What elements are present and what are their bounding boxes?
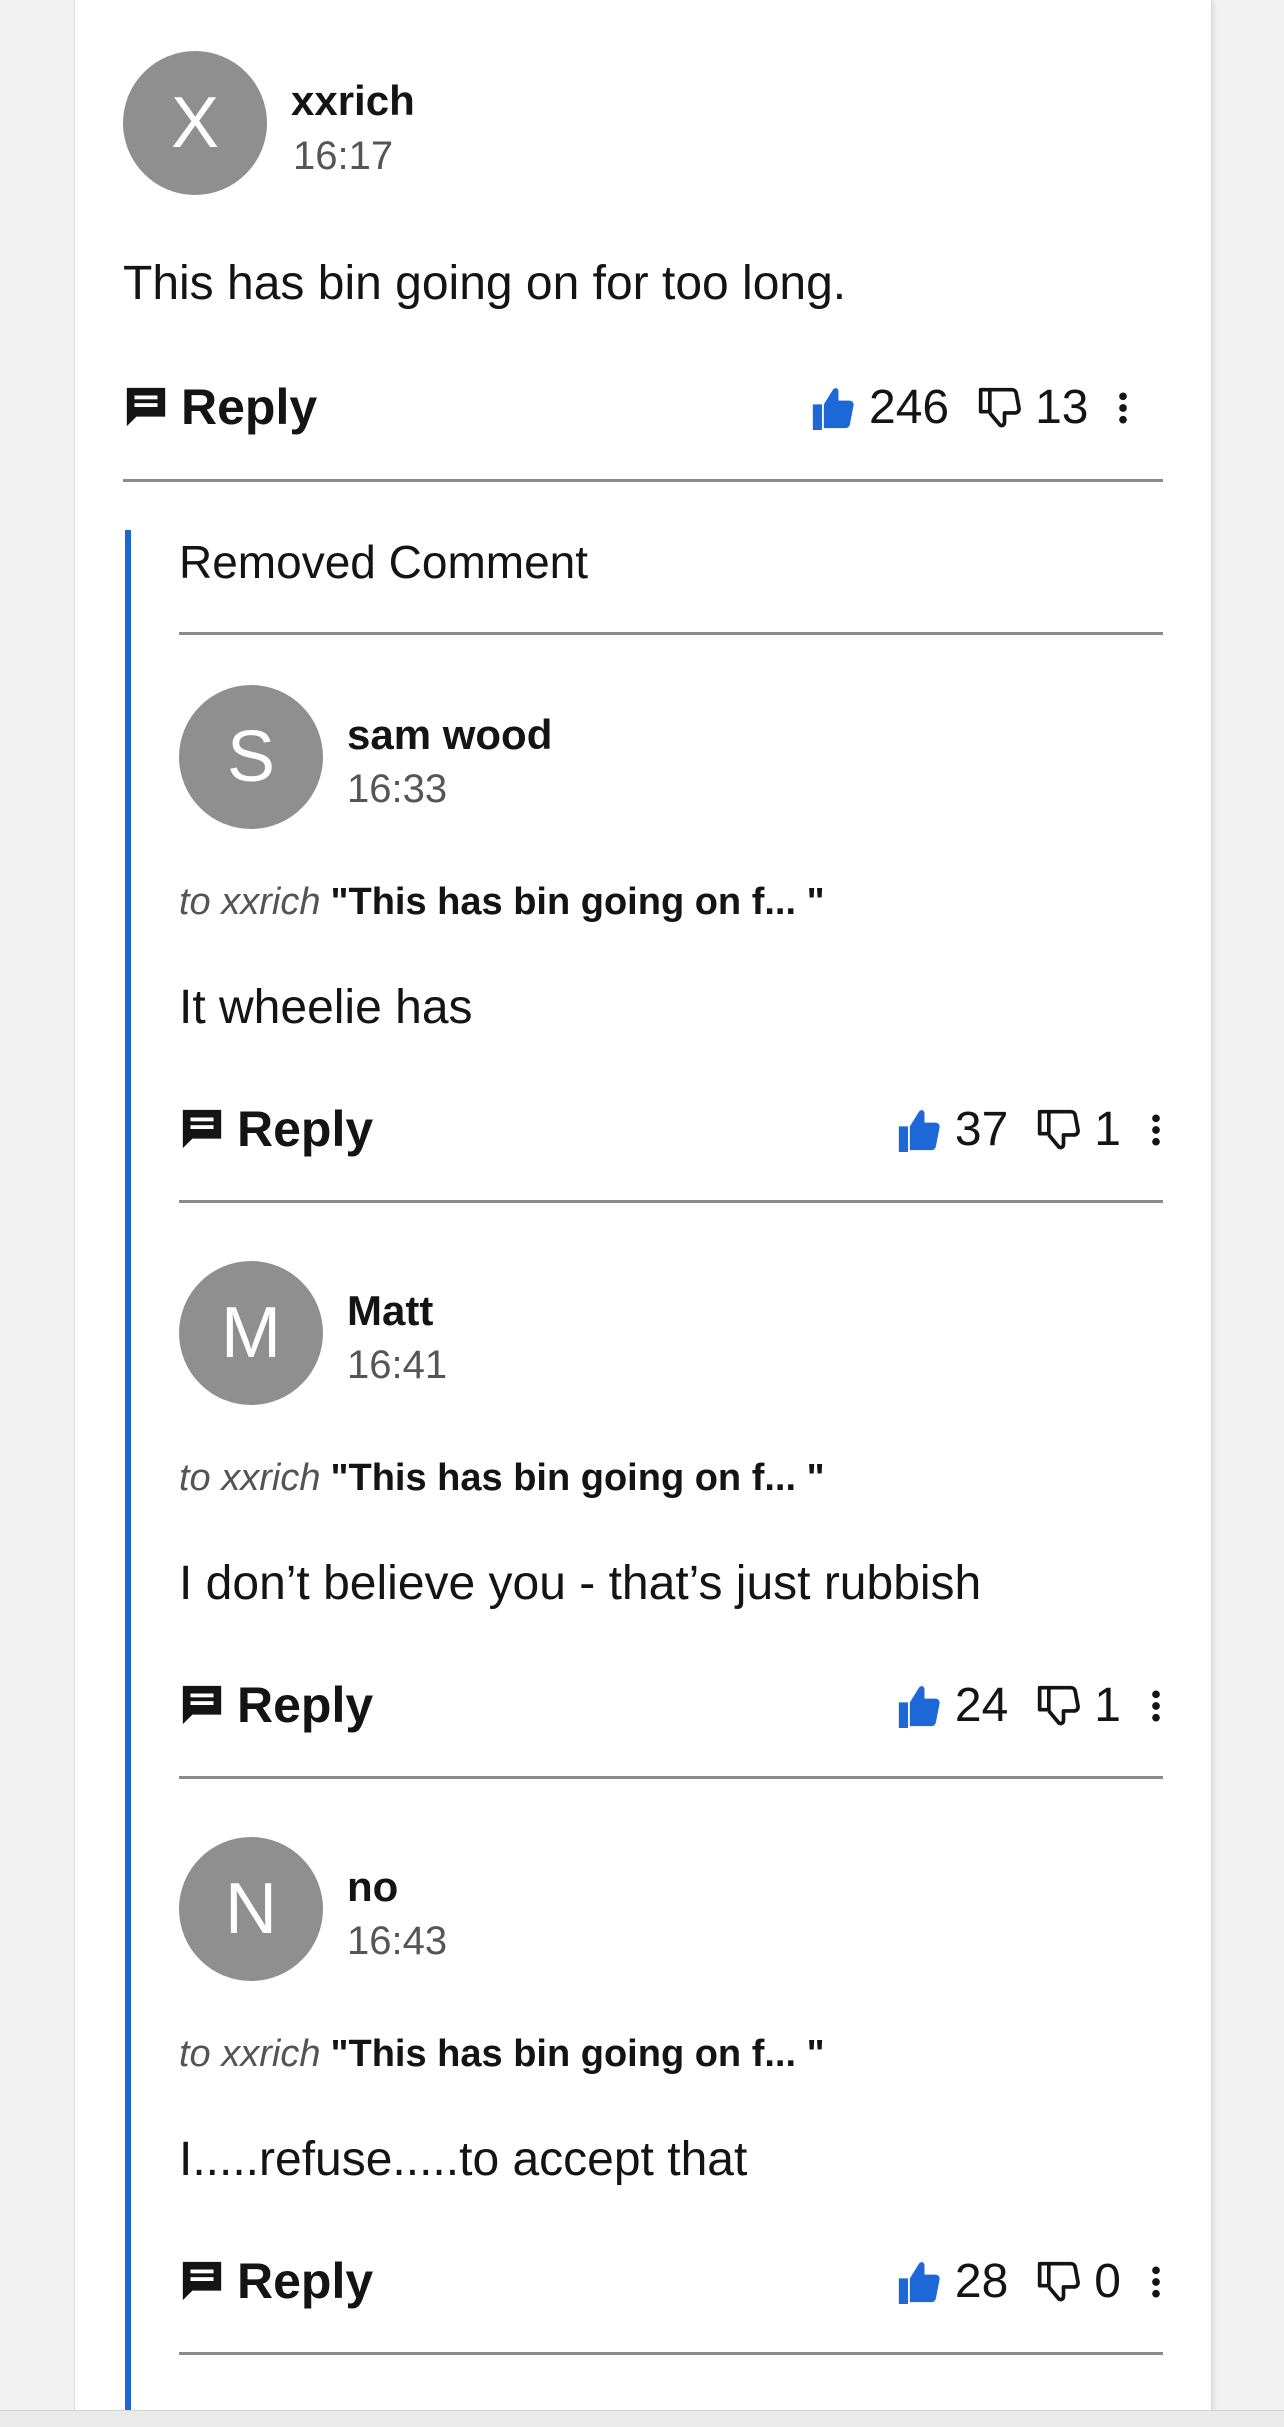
thumbs-up-icon: [898, 1686, 940, 1728]
like-count: 24: [954, 1679, 1009, 1732]
reply-comment: S sam wood 16:33 to xxrich "This has bin …: [75, 634, 1211, 1210]
comment-body: I.....refuse.....to accept that: [179, 2133, 748, 2186]
like-button[interactable]: 28: [897, 2258, 1008, 2306]
quoted-text[interactable]: "This has bin going on f... ": [330, 881, 824, 923]
vertical-ellipsis-icon: [1152, 1114, 1160, 1146]
comment-author[interactable]: xxrich: [291, 80, 415, 122]
top-comment: X xxrich 16:17 This has bin going on for…: [75, 0, 1211, 490]
reply-button[interactable]: Reply: [179, 2256, 373, 2306]
more-options-button[interactable]: [1149, 1110, 1163, 1150]
dislike-count: 1: [1094, 1679, 1121, 1732]
dislike-count: 0: [1094, 2255, 1121, 2308]
vote-controls: 37 1: [897, 1106, 1163, 1154]
like-button[interactable]: 246: [811, 384, 949, 432]
like-button[interactable]: 24: [897, 1682, 1008, 1730]
reply-button[interactable]: Reply: [123, 382, 317, 432]
avatar[interactable]: M: [179, 1261, 323, 1405]
vertical-ellipsis-icon: [1152, 1690, 1160, 1722]
thumbs-down-icon: [1038, 1685, 1081, 1726]
comment-body: It wheelie has: [179, 981, 473, 1034]
comments-card: X xxrich 16:17 This has bin going on for…: [74, 0, 1212, 2426]
comment-bubble-icon: [182, 2261, 222, 2301]
comment-bubble-icon: [126, 387, 166, 427]
comment-author[interactable]: no: [347, 1866, 398, 1908]
thumbs-up-icon: [898, 1110, 940, 1152]
reply-button[interactable]: Reply: [179, 1104, 373, 1154]
reply-context: to xxrich "This has bin going on f... ": [179, 883, 825, 921]
reply-context: to xxrich "This has bin going on f... ": [179, 2035, 825, 2073]
thumbs-up-icon: [898, 2262, 940, 2304]
divider: [123, 479, 1163, 482]
vertical-ellipsis-icon: [1152, 2266, 1160, 2298]
avatar-letter: M: [221, 1293, 281, 1373]
comment-author[interactable]: sam wood: [347, 714, 552, 756]
like-count: 37: [954, 1103, 1009, 1156]
reply-comment: M Matt 16:41 to xxrich "This has bin goin…: [75, 1210, 1211, 1786]
divider: [179, 2352, 1163, 2355]
avatar[interactable]: N: [179, 1837, 323, 1981]
thumbs-down-icon: [1038, 1109, 1081, 1150]
like-count: 28: [954, 2255, 1009, 2308]
comment-author[interactable]: Matt: [347, 1290, 433, 1332]
dislike-button[interactable]: 1: [1036, 1682, 1121, 1730]
like-button[interactable]: 37: [897, 1106, 1008, 1154]
like-count: 246: [869, 381, 950, 434]
comment-bubble-icon: [182, 1109, 222, 1149]
comment-time: 16:41: [347, 1343, 448, 1387]
reply-label: Reply: [181, 379, 318, 435]
reply-label: Reply: [237, 2253, 374, 2309]
avatar[interactable]: S: [179, 685, 323, 829]
comment-body: This has bin going on for too long.: [123, 257, 847, 310]
comment-time: 16:43: [347, 1919, 448, 1963]
comment-time: 16:17: [293, 134, 394, 178]
reply-comment: N no 16:43 to xxrich "This has bin going …: [75, 1786, 1211, 2362]
dislike-button[interactable]: 13: [977, 384, 1088, 432]
reply-label: Reply: [237, 1101, 374, 1157]
thumbs-down-icon: [1038, 2261, 1081, 2302]
thumbs-down-icon: [978, 387, 1021, 428]
dislike-count: 1: [1094, 1103, 1121, 1156]
avatar-letter: N: [225, 1869, 277, 1949]
avatar[interactable]: X: [123, 51, 267, 195]
dislike-button[interactable]: 1: [1036, 1106, 1121, 1154]
vote-controls: 24 1: [897, 1682, 1163, 1730]
removed-comment-label: Removed Comment: [179, 536, 589, 588]
comment-bubble-icon: [182, 1685, 222, 1725]
more-options-button[interactable]: [1149, 2262, 1163, 2302]
divider: [179, 1776, 1163, 1779]
more-options-button[interactable]: [1149, 1686, 1163, 1726]
vote-controls: 28 0: [897, 2258, 1163, 2306]
dislike-count: 13: [1035, 381, 1089, 434]
avatar-letter: S: [226, 717, 276, 797]
dislike-button[interactable]: 0: [1036, 2258, 1121, 2306]
avatar-letter: X: [170, 83, 220, 163]
reply-label: Reply: [237, 1677, 374, 1733]
reply-to-user[interactable]: to xxrich: [179, 881, 320, 923]
comment-time: 16:33: [347, 767, 448, 811]
vote-controls: 246 13: [811, 384, 1130, 432]
divider: [179, 1200, 1163, 1203]
bottom-edge: [0, 2410, 1284, 2427]
reply-to-user[interactable]: to xxrich: [179, 2033, 320, 2075]
quoted-text[interactable]: "This has bin going on f... ": [330, 2033, 824, 2075]
more-options-button[interactable]: [1116, 388, 1130, 428]
comment-body: I don’t believe you - that’s just rubbis…: [179, 1557, 982, 1610]
reply-button[interactable]: Reply: [179, 1680, 373, 1730]
quoted-text[interactable]: "This has bin going on f... ": [330, 1457, 824, 1499]
reply-to-user[interactable]: to xxrich: [179, 1457, 320, 1499]
vertical-ellipsis-icon: [1119, 392, 1128, 424]
reply-context: to xxrich "This has bin going on f... ": [179, 1459, 825, 1497]
thumbs-up-icon: [812, 388, 854, 430]
